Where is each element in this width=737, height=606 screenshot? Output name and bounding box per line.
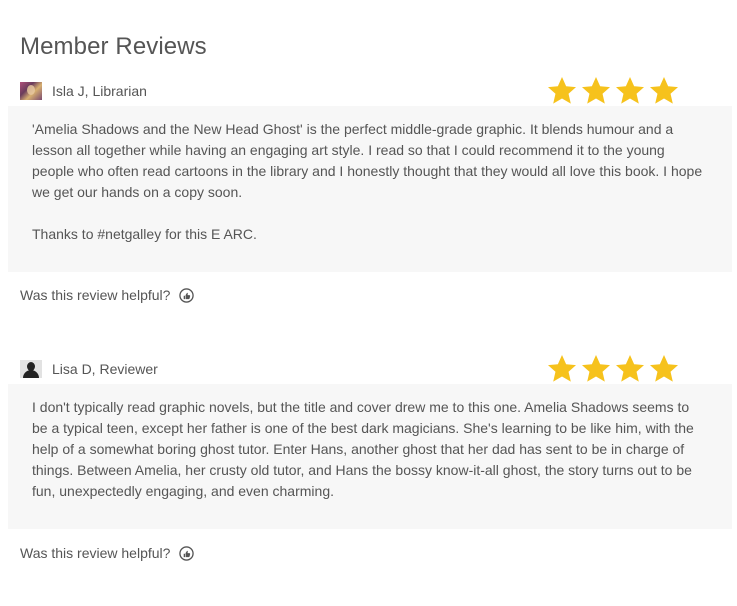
star-icon xyxy=(548,355,576,382)
star-icon xyxy=(616,77,644,104)
review-paragraph: I don't typically read graphic novels, b… xyxy=(32,399,694,499)
star-rating xyxy=(546,75,680,107)
helpful-label: Was this review helpful? xyxy=(20,287,171,303)
review-paragraph: Thanks to #netgalley for this E ARC. xyxy=(32,226,257,242)
star-icon xyxy=(650,355,678,382)
review-body: I don't typically read graphic novels, b… xyxy=(8,384,732,529)
reviewer-name: Isla J, Librarian xyxy=(52,83,147,99)
review-body: 'Amelia Shadows and the New Head Ghost' … xyxy=(8,106,732,272)
review-card: Lisa D, Reviewer I don't typically read … xyxy=(0,355,737,589)
thumbs-up-icon[interactable] xyxy=(179,287,195,303)
star-icon xyxy=(616,355,644,382)
star-icon xyxy=(582,77,610,104)
helpful-prompt: Was this review helpful? xyxy=(20,545,195,561)
helpful-prompt: Was this review helpful? xyxy=(20,287,195,303)
star-icon xyxy=(548,77,576,104)
thumbs-up-icon[interactable] xyxy=(179,545,195,561)
review-card: Isla J, Librarian 'Amelia Shadows and th… xyxy=(0,77,737,311)
star-icon xyxy=(582,355,610,382)
avatar xyxy=(20,360,42,378)
reviewer-name: Lisa D, Reviewer xyxy=(52,361,158,377)
helpful-label: Was this review helpful? xyxy=(20,545,171,561)
star-rating xyxy=(546,353,680,385)
reviewer: Isla J, Librarian xyxy=(20,81,147,101)
star-icon xyxy=(650,77,678,104)
avatar xyxy=(20,82,42,100)
page-title: Member Reviews xyxy=(20,33,207,60)
reviewer: Lisa D, Reviewer xyxy=(20,359,158,379)
review-paragraph: 'Amelia Shadows and the New Head Ghost' … xyxy=(32,121,703,200)
